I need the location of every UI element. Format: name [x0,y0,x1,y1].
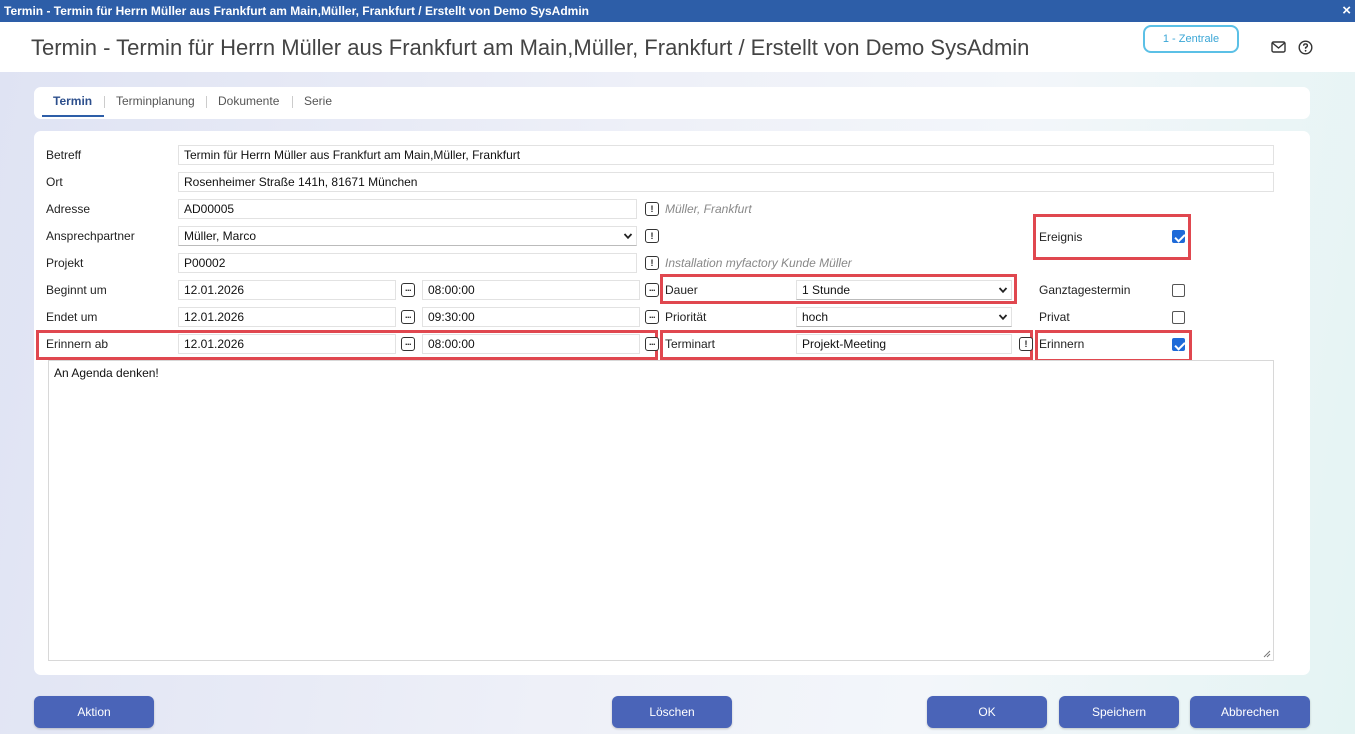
ort-input[interactable]: Rosenheimer Straße 141h, 81671 München [178,172,1274,192]
tab-termin[interactable]: Termin [53,94,92,108]
erinnern-ab-date-input[interactable]: 12.01.2026 [178,334,396,354]
help-icon[interactable] [1297,39,1313,55]
tab-active-indicator [42,115,104,117]
ansprechpartner-select[interactable]: Müller, Marco [178,226,637,246]
prioritaet-label: Priorität [665,310,707,324]
page-title: Termin - Termin für Herrn Müller aus Fra… [31,35,1030,60]
terminart-input[interactable]: Projekt-Meeting [796,334,1012,354]
ok-button[interactable]: OK [927,696,1047,728]
mail-icon[interactable] [1270,39,1286,55]
tab-separator [292,96,293,108]
ansprechpartner-label: Ansprechpartner [46,229,135,243]
ort-label: Ort [46,175,63,189]
tab-dokumente[interactable]: Dokumente [218,94,279,108]
ansprechpartner-info-icon[interactable]: ! [645,229,659,243]
resize-handle-icon [1263,650,1271,658]
beginnt-time-picker-icon[interactable]: ... [645,283,659,297]
tab-terminplanung[interactable]: Terminplanung [116,94,195,108]
betreff-label: Betreff [46,148,82,162]
projekt-input[interactable]: P00002 [178,253,637,273]
tab-serie[interactable]: Serie [304,94,332,108]
close-icon[interactable]: × [1342,0,1351,22]
abbrechen-button[interactable]: Abbrechen [1190,696,1310,728]
prioritaet-value: hoch [802,310,829,324]
notes-textarea[interactable]: An Agenda denken! [48,360,1274,661]
privat-label: Privat [1039,310,1070,324]
prioritaet-select[interactable]: hoch [796,307,1012,327]
beginnt-date-input[interactable]: 12.01.2026 [178,280,396,300]
endet-date-input[interactable]: 12.01.2026 [178,307,396,327]
chevron-down-icon [998,287,1008,294]
notes-text: An Agenda denken! [54,366,159,380]
endet-time-input[interactable]: 09:30:00 [422,307,640,327]
speichern-button[interactable]: Speichern [1059,696,1179,728]
ganztagestermin-checkbox[interactable] [1172,284,1185,297]
endet-label: Endet um [46,310,98,324]
dauer-value: 1 Stunde [802,283,851,297]
erinnern-label: Erinnern [1039,337,1085,351]
adresse-input[interactable]: AD00005 [178,199,637,219]
tab-separator [206,96,207,108]
erinnern-ab-time-input[interactable]: 08:00:00 [422,334,640,354]
adresse-label: Adresse [46,202,91,216]
adresse-info-icon[interactable]: ! [645,202,659,216]
erinnern-ab-label: Erinnern ab [46,337,109,351]
adresse-hint: Müller, Frankfurt [665,202,752,216]
ansprechpartner-value: Müller, Marco [184,229,257,243]
beginnt-label: Beginnt um [46,283,107,297]
tab-separator [104,96,105,108]
chevron-down-icon [998,314,1008,321]
window-titlebar: Termin - Termin für Herrn Müller aus Fra… [0,0,1355,22]
dauer-label: Dauer [665,283,698,297]
erinnern-ab-time-picker-icon[interactable]: ... [645,337,659,351]
projekt-label: Projekt [46,256,84,270]
chevron-down-icon [623,233,633,240]
window-title: Termin - Termin für Herrn Müller aus Fra… [4,4,589,18]
endet-time-picker-icon[interactable]: ... [645,310,659,324]
ereignis-checkbox[interactable] [1172,230,1185,243]
dauer-select[interactable]: 1 Stunde [796,280,1012,300]
tab-bar: Termin Terminplanung Dokumente Serie [34,87,1310,119]
privat-checkbox[interactable] [1172,311,1185,324]
betreff-input[interactable]: Termin für Herrn Müller aus Frankfurt am… [178,145,1274,165]
erinnern-ab-date-picker-icon[interactable]: ... [401,337,415,351]
beginnt-time-input[interactable]: 08:00:00 [422,280,640,300]
terminart-label: Terminart [665,337,716,351]
loeschen-button[interactable]: Löschen [612,696,732,728]
projekt-hint: Installation myfactory Kunde Müller [665,256,852,270]
aktion-button[interactable]: Aktion [34,696,154,728]
beginnt-date-picker-icon[interactable]: ... [401,283,415,297]
org-badge[interactable]: 1 - Zentrale [1143,25,1239,53]
projekt-info-icon[interactable]: ! [645,256,659,270]
ganztagestermin-label: Ganztagestermin [1039,283,1131,297]
erinnern-checkbox[interactable] [1172,338,1185,351]
terminart-info-icon[interactable]: ! [1019,337,1033,351]
dialog-header: Termin - Termin für Herrn Müller aus Fra… [0,22,1355,72]
endet-date-picker-icon[interactable]: ... [401,310,415,324]
ereignis-label: Ereignis [1039,230,1083,244]
